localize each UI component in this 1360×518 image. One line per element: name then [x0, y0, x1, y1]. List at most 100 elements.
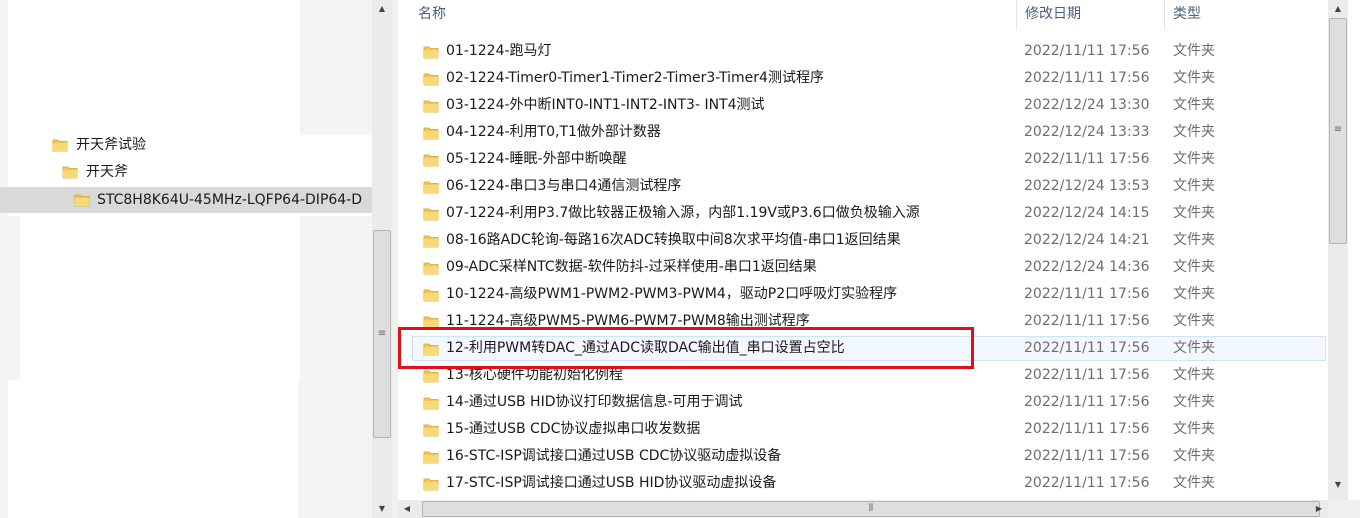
file-row[interactable]: 11-1224-高级PWM5-PWM6-PWM7-PWM8输出测试程序 2022/…	[398, 308, 1328, 335]
column-header-name-label: 名称	[418, 6, 446, 22]
scroll-down-button[interactable]: ▼	[1328, 476, 1348, 494]
file-name: 05-1224-睡眠-外部中断唤醒	[446, 151, 627, 167]
nav-item-label: STC8H8K64U-45MHz-LQFP64-DIP64-D	[97, 192, 363, 208]
file-modified-date: 2022/11/11 17:56	[1024, 475, 1150, 491]
nav-item-label: 开天斧	[86, 164, 128, 180]
file-name: 09-ADC采样NTC数据-软件防抖-过采样使用-串口1返回结果	[446, 259, 817, 275]
scroll-down-button[interactable]: ▼	[372, 500, 392, 518]
file-modified-date: 2022/11/11 17:56	[1024, 286, 1150, 302]
file-name: 06-1224-串口3与串口4通信测试程序	[446, 178, 682, 194]
column-separator[interactable]	[1016, 0, 1017, 30]
column-header-name[interactable]: 名称	[418, 0, 1018, 30]
file-name: 04-1224-利用T0,T1做外部计数器	[446, 124, 661, 140]
file-modified-date: 2022/12/24 14:21	[1024, 232, 1150, 248]
folder-icon	[423, 424, 439, 437]
folder-icon	[74, 194, 90, 207]
file-row[interactable]: 06-1224-串口3与串口4通信测试程序 2022/12/24 13:53 文件夹	[398, 173, 1328, 200]
scroll-right-button[interactable]: ▶	[1310, 500, 1328, 518]
file-type: 文件夹	[1173, 43, 1215, 59]
scroll-up-button[interactable]: ▲	[372, 0, 392, 18]
file-type: 文件夹	[1173, 124, 1215, 140]
file-row[interactable]: 14-通过USB HID协议打印数据信息-可用于调试 2022/11/11 17:…	[398, 389, 1328, 416]
file-name: 07-1224-利用P3.7做比较器正极输入源，内部1.19V或P3.6口做负极…	[446, 205, 920, 221]
file-modified-date: 2022/11/11 17:56	[1024, 394, 1150, 410]
folder-icon	[423, 100, 439, 113]
file-modified-date: 2022/12/24 13:33	[1024, 124, 1150, 140]
folder-icon	[423, 343, 439, 356]
column-header-date[interactable]: 修改日期	[1025, 0, 1165, 30]
nav-vertical-scrollbar[interactable]: ▲ ≡ ▼	[372, 0, 392, 518]
nav-item-stc8h8k64u[interactable]: STC8H8K64U-45MHz-LQFP64-DIP64-D	[0, 187, 372, 213]
grip-icon: ≡	[1333, 124, 1343, 135]
file-type: 文件夹	[1173, 340, 1215, 356]
file-type: 文件夹	[1173, 475, 1215, 491]
column-header-type[interactable]: 类型	[1173, 0, 1323, 30]
column-header-date-label: 修改日期	[1025, 6, 1081, 22]
file-row[interactable]: 15-通过USB CDC协议虚拟串口收发数据 2022/11/11 17:56 文件…	[398, 416, 1328, 443]
file-type: 文件夹	[1173, 421, 1215, 437]
nav-right-strip-top	[300, 0, 372, 135]
folder-icon	[423, 46, 439, 59]
file-row[interactable]: 08-16路ADC轮询-每路16次ADC转换取中间8次求平均值-串口1返回结果 2…	[398, 227, 1328, 254]
file-row[interactable]: 16-STC-ISP调试接口通过USB CDC协议驱动虚拟设备 2022/11/1…	[398, 443, 1328, 470]
folder-icon	[423, 208, 439, 221]
file-name: 03-1224-外中断INT0-INT1-INT2-INT3- INT4测试	[446, 97, 765, 113]
nav-item-kaitianfu[interactable]: 开天斧	[62, 160, 302, 184]
file-name: 02-1224-Timer0-Timer1-Timer2-Timer3-Time…	[446, 70, 824, 86]
folder-icon	[52, 139, 68, 152]
file-name: 16-STC-ISP调试接口通过USB CDC协议驱动虚拟设备	[446, 448, 782, 464]
folder-icon	[423, 316, 439, 329]
file-name: 17-STC-ISP调试接口通过USB HID协议驱动虚拟设备	[446, 475, 777, 491]
nav-item-kaitianfu-test[interactable]: 开天斧试验	[52, 133, 302, 157]
file-row[interactable]: 12-利用PWM转DAC_通过ADC读取DAC输出值_串口设置占空比 2022/1…	[398, 335, 1328, 362]
file-row[interactable]: 01-1224-跑马灯 2022/11/11 17:56 文件夹	[398, 38, 1328, 65]
file-modified-date: 2022/11/11 17:56	[1024, 70, 1150, 86]
folder-icon	[423, 397, 439, 410]
file-row[interactable]: 02-1224-Timer0-Timer1-Timer2-Timer3-Time…	[398, 65, 1328, 92]
file-list-horizontal-scrollbar[interactable]: ◀ ⦀ ▶	[398, 500, 1328, 518]
folder-icon	[423, 73, 439, 86]
folder-icon	[423, 181, 439, 194]
file-modified-date: 2022/12/24 14:36	[1024, 259, 1150, 275]
file-type: 文件夹	[1173, 367, 1215, 383]
file-name: 12-利用PWM转DAC_通过ADC读取DAC输出值_串口设置占空比	[446, 340, 845, 356]
file-row[interactable]: 17-STC-ISP调试接口通过USB HID协议驱动虚拟设备 2022/11/1…	[398, 470, 1328, 497]
file-modified-date: 2022/11/11 17:56	[1024, 151, 1150, 167]
horizontal-scroll-thumb[interactable]: ⦀	[422, 501, 1320, 517]
scroll-left-button[interactable]: ◀	[398, 500, 416, 518]
file-row[interactable]: 09-ADC采样NTC数据-软件防抖-过采样使用-串口1返回结果 2022/12/…	[398, 254, 1328, 281]
file-modified-date: 2022/11/11 17:56	[1024, 340, 1150, 356]
folder-icon	[423, 127, 439, 140]
file-row[interactable]: 04-1224-利用T0,T1做外部计数器 2022/12/24 13:33 文件夹	[398, 119, 1328, 146]
file-modified-date: 2022/11/11 17:56	[1024, 367, 1150, 383]
nav-left-strip-bottom	[0, 380, 8, 518]
file-name: 15-通过USB CDC协议虚拟串口收发数据	[446, 421, 701, 437]
file-type: 文件夹	[1173, 97, 1215, 113]
file-list-scroll-thumb[interactable]: ≡	[1329, 18, 1347, 244]
file-row[interactable]: 05-1224-睡眠-外部中断唤醒 2022/11/11 17:56 文件夹	[398, 146, 1328, 173]
file-name: 11-1224-高级PWM5-PWM6-PWM7-PWM8输出测试程序	[446, 313, 810, 329]
file-row[interactable]: 13-核心硬件功能初始化例程 2022/11/11 17:56 文件夹	[398, 362, 1328, 389]
file-modified-date: 2022/12/24 13:53	[1024, 178, 1150, 194]
file-name: 08-16路ADC轮询-每路16次ADC转换取中间8次求平均值-串口1返回结果	[446, 232, 901, 248]
file-name: 10-1224-高级PWM1-PWM2-PWM3-PWM4，驱动P2口呼吸灯实验…	[446, 286, 898, 302]
file-modified-date: 2022/11/11 17:56	[1024, 448, 1150, 464]
file-type: 文件夹	[1173, 448, 1215, 464]
file-row[interactable]: 07-1224-利用P3.7做比较器正极输入源，内部1.19V或P3.6口做负极…	[398, 200, 1328, 227]
file-modified-date: 2022/11/11 17:56	[1024, 421, 1150, 437]
file-list-vertical-scrollbar[interactable]: ▲ ≡ ▼	[1328, 0, 1348, 500]
file-list-pane: 名称 ˇ 修改日期 类型 01-1224-跑马灯 2022/11/11 17:56…	[398, 0, 1328, 500]
file-row[interactable]: 10-1224-高级PWM1-PWM2-PWM3-PWM4，驱动P2口呼吸灯实验…	[398, 281, 1328, 308]
column-separator[interactable]	[1164, 0, 1165, 30]
file-type: 文件夹	[1173, 286, 1215, 302]
scroll-up-button[interactable]: ▲	[1328, 0, 1348, 18]
nav-scroll-thumb[interactable]: ≡	[373, 230, 391, 438]
nav-item-label: 开天斧试验	[76, 137, 146, 153]
folder-icon	[423, 262, 439, 275]
nav-right-strip-mid	[300, 216, 372, 380]
grip-icon: ≡	[377, 328, 387, 339]
file-modified-date: 2022/12/24 13:30	[1024, 97, 1150, 113]
folder-icon	[62, 166, 78, 179]
file-type: 文件夹	[1173, 394, 1215, 410]
file-row[interactable]: 03-1224-外中断INT0-INT1-INT2-INT3- INT4测试 20…	[398, 92, 1328, 119]
